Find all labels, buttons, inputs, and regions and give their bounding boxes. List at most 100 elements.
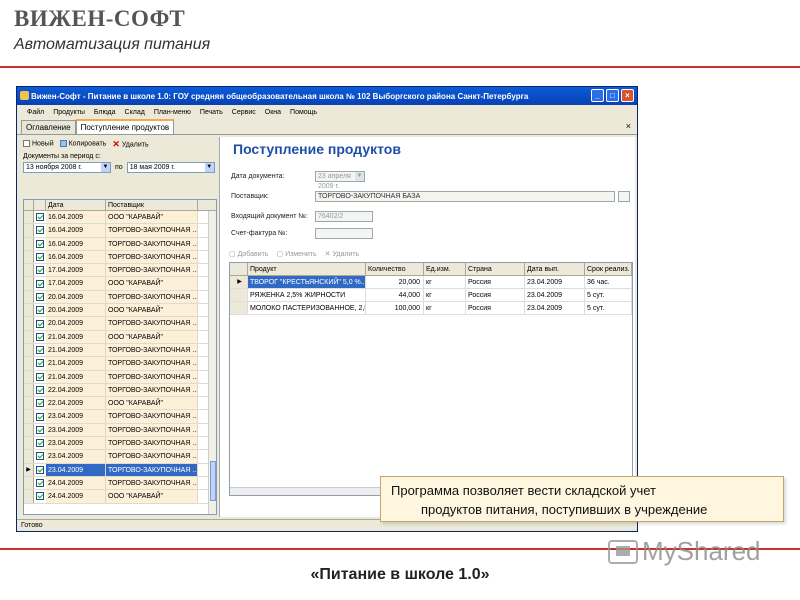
row-checkbox-cell[interactable] — [34, 437, 46, 449]
checkbox[interactable] — [36, 266, 44, 275]
checkbox[interactable] — [36, 439, 44, 448]
row-checkbox-cell[interactable] — [34, 291, 46, 303]
table-row[interactable]: 20.04.2009 ТОРГОВО-ЗАКУПОЧНАЯ ... — [24, 290, 216, 305]
incoming-doc-field[interactable]: 76402/2 — [315, 211, 373, 222]
table-row[interactable]: МОЛОКО ПАСТЕРИЗОВАННОЕ, 2,5... 100,000 кг Р… — [230, 302, 632, 315]
table-row[interactable]: 16.04.2009 ТОРГОВО-ЗАКУПОЧНАЯ ... — [24, 237, 216, 251]
scroll-thumb[interactable] — [210, 461, 216, 501]
row-checkbox-cell[interactable] — [34, 238, 46, 250]
row-checkbox-cell[interactable] — [34, 331, 46, 343]
chevron-down-icon[interactable]: ▼ — [101, 163, 110, 172]
checkbox[interactable] — [36, 213, 44, 222]
row-checkbox-cell[interactable] — [34, 211, 46, 223]
delete-button[interactable]: ✕ Удалить — [112, 139, 148, 150]
row-checkbox-cell[interactable] — [34, 224, 46, 236]
checkbox[interactable] — [36, 332, 44, 341]
row-checkbox-cell[interactable] — [34, 410, 46, 422]
column-date[interactable]: Дата — [46, 200, 106, 210]
table-row[interactable]: 21.04.2009 ООО "КАРАВАЙ" — [24, 330, 216, 344]
checkbox[interactable] — [36, 279, 44, 288]
row-checkbox-cell[interactable] — [34, 304, 46, 316]
menu-products[interactable]: Продукты — [53, 109, 85, 116]
table-row[interactable]: 17.04.2009 ООО "КАРАВАЙ" — [24, 277, 216, 291]
row-checkbox-cell[interactable] — [34, 424, 46, 436]
table-row[interactable]: 17.04.2009 ТОРГОВО-ЗАКУПОЧНАЯ ... — [24, 264, 216, 278]
checkbox[interactable] — [36, 346, 44, 355]
checkbox[interactable] — [36, 492, 44, 501]
checkbox[interactable] — [36, 226, 44, 235]
menu-warehouse[interactable]: Склад — [125, 109, 145, 116]
table-row[interactable]: 20.04.2009 ООО "КАРАВАЙ" — [24, 304, 216, 318]
supplier-field[interactable]: ТОРГОВО-ЗАКУПОЧНАЯ БАЗА — [315, 191, 615, 202]
menu-print[interactable]: Печать — [200, 109, 223, 116]
checkbox[interactable] — [36, 359, 44, 368]
table-row[interactable]: 23.04.2009 ТОРГОВО-ЗАКУПОЧНАЯ ... — [24, 410, 216, 424]
copy-button[interactable]: Копировать — [59, 140, 106, 148]
row-checkbox-cell[interactable] — [34, 397, 46, 409]
checkbox[interactable] — [36, 253, 44, 262]
table-row[interactable]: РЯЖЕНКА 2,5% ЖИРНОСТИ 44,000 кг Россия 23.04… — [230, 289, 632, 302]
menu-help[interactable]: Помощь — [290, 109, 317, 116]
table-row[interactable]: 23.04.2009 ТОРГОВО-ЗАКУПОЧНАЯ ... — [24, 423, 216, 438]
menu-dishes[interactable]: Блюда — [94, 109, 116, 116]
delete-product-button[interactable]: ✕ Удалить — [325, 250, 360, 258]
column-shelf-life[interactable]: Срок реализ. — [585, 263, 632, 275]
table-row[interactable]: 22.04.2009 ООО "КАРАВАЙ" — [24, 397, 216, 411]
supplier-lookup-button[interactable] — [618, 191, 630, 202]
checkbox[interactable] — [36, 465, 44, 474]
table-row[interactable]: 16.04.2009 ООО "КАРАВАЙ" — [24, 211, 216, 225]
tab-contents[interactable]: Оглавление — [21, 120, 76, 134]
menu-service[interactable]: Сервис — [232, 109, 256, 116]
doc-date-field[interactable]: 23 апреля 2009 г. ▼ — [315, 171, 365, 190]
table-row[interactable]: 16.04.2009 ТОРГОВО-ЗАКУПОЧНАЯ ... — [24, 250, 216, 265]
checkbox[interactable] — [36, 479, 44, 488]
column-production-date[interactable]: Дата вып. — [525, 263, 585, 275]
checkbox[interactable] — [36, 425, 44, 434]
table-row[interactable]: 24.04.2009 ООО "КАРАВАЙ" — [24, 490, 216, 504]
checkbox[interactable] — [36, 306, 44, 315]
table-row[interactable]: 21.04.2009 ТОРГОВО-ЗАКУПОЧНАЯ ... — [24, 343, 216, 358]
close-window-button[interactable]: × — [621, 89, 634, 102]
checkbox[interactable] — [36, 239, 44, 248]
table-row[interactable]: 23.04.2009 ТОРГОВО-ЗАКУПОЧНАЯ ... — [24, 437, 216, 451]
row-checkbox-cell[interactable] — [34, 450, 46, 462]
row-checkbox-cell[interactable] — [34, 317, 46, 329]
close-tab-icon[interactable]: × — [626, 121, 631, 131]
table-row[interactable]: ▶ ТВОРОГ "КРЕСТЬЯНСКИЙ" 5,0 %... 20,000 кг Р… — [230, 276, 632, 289]
row-checkbox-cell[interactable] — [34, 344, 46, 356]
table-row[interactable]: 21.04.2009 ТОРГОВО-ЗАКУПОЧНАЯ ... — [24, 357, 216, 371]
row-checkbox-cell[interactable] — [34, 477, 46, 489]
date-from-picker[interactable]: 13 ноября 2008 г. ▼ — [23, 162, 111, 173]
row-checkbox-cell[interactable] — [34, 371, 46, 383]
row-checkbox-cell[interactable] — [34, 464, 46, 476]
add-product-button[interactable]: ▢ Добавить — [229, 250, 269, 258]
column-quantity[interactable]: Количество — [366, 263, 424, 275]
grid-scrollbar[interactable] — [208, 211, 216, 514]
checkbox[interactable] — [36, 292, 44, 301]
maximize-button[interactable]: □ — [606, 89, 619, 102]
column-unit[interactable]: Ед.изм. — [424, 263, 466, 275]
column-country[interactable]: Страна — [466, 263, 525, 275]
edit-product-button[interactable]: ▢ Изменить — [277, 250, 317, 258]
column-product[interactable]: Продукт — [248, 263, 366, 275]
invoice-field[interactable] — [315, 228, 373, 239]
menu-plan[interactable]: План-меню — [154, 109, 191, 116]
row-checkbox-cell[interactable] — [34, 251, 46, 263]
checkbox[interactable] — [36, 372, 44, 381]
chevron-down-icon[interactable]: ▼ — [355, 172, 364, 181]
row-checkbox-cell[interactable] — [34, 490, 46, 502]
menu-file[interactable]: Файл — [27, 109, 44, 116]
checkbox[interactable] — [36, 452, 44, 461]
table-row[interactable]: ▶ 23.04.2009 ТОРГОВО-ЗАКУПОЧНАЯ ... — [24, 463, 216, 477]
row-checkbox-cell[interactable] — [34, 357, 46, 369]
checkbox[interactable] — [36, 412, 44, 421]
row-checkbox-cell[interactable] — [34, 264, 46, 276]
table-row[interactable]: 20.04.2009 ТОРГОВО-ЗАКУПОЧНАЯ ... — [24, 317, 216, 331]
table-row[interactable]: 24.04.2009 ТОРГОВО-ЗАКУПОЧНАЯ ... — [24, 476, 216, 491]
table-row[interactable]: 16.04.2009 ТОРГОВО-ЗАКУПОЧНАЯ ... — [24, 224, 216, 238]
checkbox[interactable] — [36, 319, 44, 328]
checkbox[interactable] — [36, 386, 44, 394]
table-row[interactable]: 21.04.2009 ТОРГОВО-ЗАКУПОЧНАЯ ... — [24, 370, 216, 384]
table-row[interactable]: 22.04.2009 ТОРГОВО-ЗАКУПОЧНАЯ ... — [24, 383, 216, 398]
minimize-button[interactable]: _ — [591, 89, 604, 102]
